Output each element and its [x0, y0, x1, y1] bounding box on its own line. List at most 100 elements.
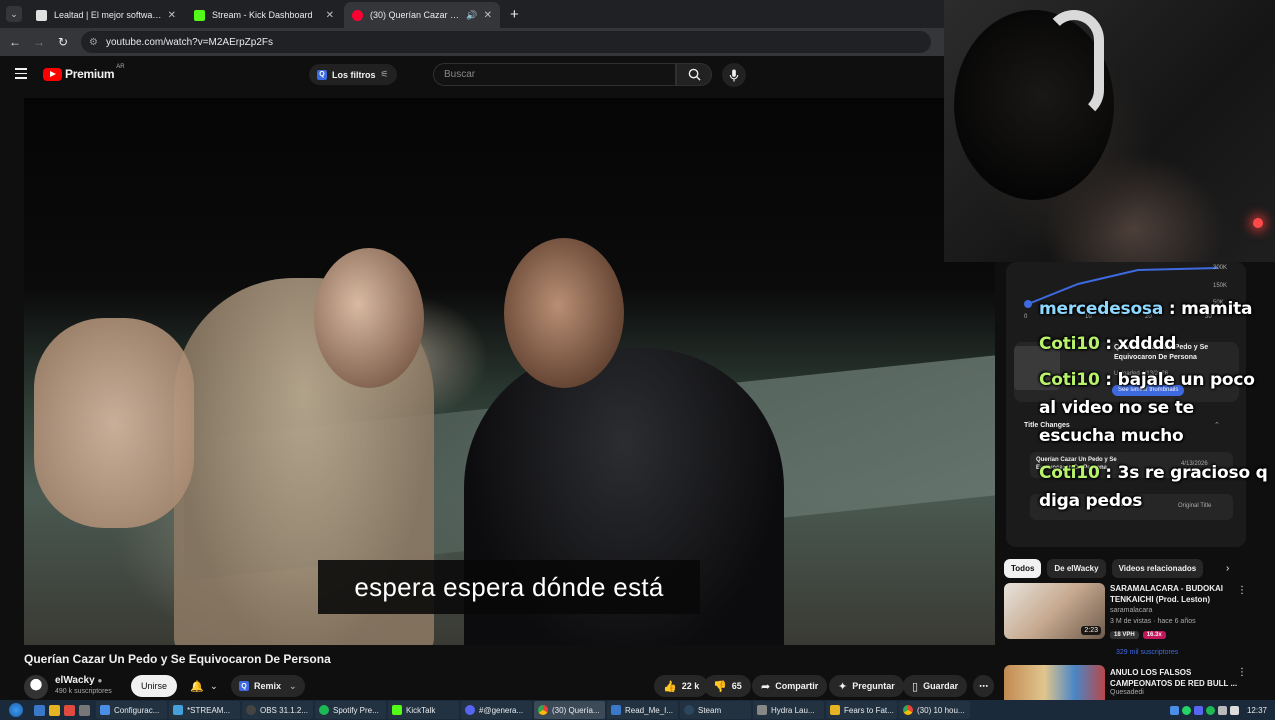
video-title[interactable]: SARAMALACARA - BUDOKAI TENKAICHI (Prod. …	[1110, 583, 1245, 605]
taskbar-label: Spotify Pre...	[333, 705, 379, 715]
recommended-video[interactable]: 2:23 SARAMALACARA - BUDOKAI TENKAICHI (P…	[1004, 583, 1269, 643]
start-button[interactable]	[0, 700, 32, 720]
taskbar-item[interactable]: *STREAM...	[169, 701, 240, 719]
taskbar-label: OBS 31.1.2...	[260, 705, 309, 715]
browser-tab-2[interactable]: Stream - Kick Dashboard ✕	[186, 2, 342, 28]
recommended-video[interactable]: ANULO LOS FALSOS CAMPEONATOS DE RED BULL…	[1004, 665, 1269, 700]
youtube-logo[interactable]: Premium AR	[43, 64, 125, 81]
taskbar-item[interactable]: Configurac...	[96, 701, 167, 719]
channel-name[interactable]: Quesadedi	[1110, 689, 1144, 696]
chevron-down-icon: ⌄	[210, 680, 218, 691]
speaker-icon[interactable]: 🔊	[466, 10, 477, 21]
whatsapp-icon[interactable]	[1181, 705, 1191, 715]
filters-button[interactable]: Q Los filtros ⚟	[309, 64, 397, 85]
address-bar[interactable]: ⚙ youtube.com/watch?v=M2AErpZp2Fs	[81, 31, 931, 53]
taskbar-item[interactable]: Fears to Fat...	[826, 701, 897, 719]
video-scene-person	[504, 238, 624, 388]
video-title[interactable]: ANULO LOS FALSOS CAMPEONATOS DE RED BULL…	[1110, 667, 1245, 689]
windows-logo-icon	[9, 703, 23, 717]
site-info-icon[interactable]: ⚙	[89, 37, 98, 48]
taskbar-label: Read_Me_I...	[625, 705, 674, 715]
taskbar-label: Hydra Lau...	[771, 705, 815, 715]
channel-row: elWacky ● 490 k suscriptores Unirse 🔔 ⌄ Q…	[24, 672, 994, 700]
taskbar-item[interactable]: Spotify Pre...	[315, 701, 386, 719]
browser-tab-3[interactable]: (30) Querían Cazar Un Pedo 🔊 ✕	[344, 2, 500, 28]
search-input[interactable]: Buscar	[433, 63, 676, 86]
browser-tab-1[interactable]: Lealtad | El mejor software para ✕	[28, 2, 184, 28]
logo-text: Premium	[65, 67, 115, 81]
join-button[interactable]: Unirse	[131, 675, 178, 697]
more-actions-button[interactable]: ⋯	[973, 675, 994, 697]
folder-icon	[830, 705, 840, 715]
chrome-icon[interactable]	[64, 704, 75, 716]
taskbar-label: #@genera...	[479, 705, 524, 715]
close-tab-icon[interactable]: ✕	[326, 10, 334, 21]
new-tab-button[interactable]: +	[510, 6, 519, 23]
taskbar-item[interactable]: OBS 31.1.2...	[242, 701, 313, 719]
close-tab-icon[interactable]: ✕	[484, 10, 492, 21]
close-tab-icon[interactable]: ✕	[168, 10, 176, 21]
video-duration: 2:23	[1081, 626, 1101, 635]
video-player[interactable]: espera espera dónde está	[24, 98, 995, 645]
graph-tick: 150K	[1213, 283, 1228, 289]
notification-bell-button[interactable]: 🔔 ⌄	[184, 675, 224, 697]
tray-icon[interactable]	[1169, 705, 1179, 715]
taskbar-item[interactable]: KickTalk	[388, 701, 459, 719]
tab-title: Lealtad | El mejor software para	[54, 10, 162, 20]
video-scene-person	[314, 248, 424, 388]
app-icon[interactable]	[79, 704, 90, 716]
taskbar-label: (30) 10 hou...	[917, 705, 965, 715]
taskbar-item[interactable]: Hydra Lau...	[753, 701, 824, 719]
dislike-count: 65	[731, 681, 742, 691]
volume-icon[interactable]	[1229, 705, 1239, 715]
thumbs-down-icon: 👎	[713, 680, 727, 693]
channel-avatar[interactable]	[24, 675, 48, 699]
taskbar-item[interactable]: Read_Me_I...	[607, 701, 678, 719]
back-icon[interactable]: ←	[3, 35, 27, 49]
sliders-icon: ⚟	[380, 69, 389, 79]
search-button[interactable]	[676, 63, 712, 86]
more-vert-icon[interactable]: ⋮	[1237, 585, 1247, 596]
menu-icon[interactable]	[15, 68, 27, 82]
extension-icon: Q	[317, 69, 327, 80]
dislike-button[interactable]: 👎 65	[704, 675, 751, 697]
reload-icon[interactable]: ↻	[51, 35, 75, 49]
discord-icon[interactable]	[1193, 705, 1203, 715]
share-button[interactable]: ➦ Compartir	[752, 675, 828, 697]
video-thumbnail[interactable]: 2:23	[1004, 583, 1105, 639]
browser-toolbar: ← → ↻ ⚙ youtube.com/watch?v=M2AErpZp2Fs	[0, 28, 944, 56]
voice-search-button[interactable]	[722, 63, 746, 87]
chip-from-channel[interactable]: De elWacky	[1047, 558, 1106, 578]
bookmark-icon: ▯	[912, 680, 919, 693]
more-vert-icon[interactable]: ⋮	[1237, 667, 1247, 678]
chip-related[interactable]: Videos relacionados	[1111, 558, 1204, 578]
taskbar-item[interactable]: (30) Quería...	[534, 701, 605, 719]
channel-name[interactable]: elWacky ●	[55, 675, 102, 686]
microphone-icon	[729, 68, 739, 82]
taskbar-item[interactable]: #@genera...	[461, 701, 532, 719]
extension-icon: Q	[239, 681, 249, 691]
network-icon[interactable]	[1217, 705, 1227, 715]
save-button[interactable]: ▯ Guardar	[903, 675, 968, 697]
chat-username: Coti10	[1039, 463, 1100, 483]
forward-icon[interactable]: →	[27, 35, 51, 49]
taskbar-label: Steam	[698, 705, 722, 715]
tab-search-icon[interactable]: ⌄	[6, 6, 22, 22]
video-thumbnail[interactable]	[1004, 665, 1105, 700]
remix-button[interactable]: Q Remix ⌄	[231, 675, 305, 697]
sparkle-icon: ✦	[838, 680, 848, 693]
taskbar-item[interactable]: Steam	[680, 701, 751, 719]
channel-name[interactable]: saramalacara	[1110, 607, 1152, 614]
taskbar-item[interactable]: (30) 10 hou...	[899, 701, 970, 719]
clock[interactable]: 12:37	[1247, 706, 1267, 715]
chat-text: xdddd	[1117, 334, 1177, 354]
ask-button[interactable]: ✦ Preguntar	[829, 675, 904, 697]
folder-icon[interactable]	[49, 704, 60, 716]
chip-all[interactable]: Todos	[1004, 558, 1042, 578]
steam-icon	[684, 705, 694, 715]
explorer-icon[interactable]	[34, 704, 45, 716]
chevron-right-icon[interactable]: ›	[1226, 563, 1229, 574]
like-button[interactable]: 👍 22 k	[654, 675, 709, 697]
stats-badges: 18 VPH 16.3x	[1110, 631, 1170, 639]
spotify-icon[interactable]	[1205, 705, 1215, 715]
